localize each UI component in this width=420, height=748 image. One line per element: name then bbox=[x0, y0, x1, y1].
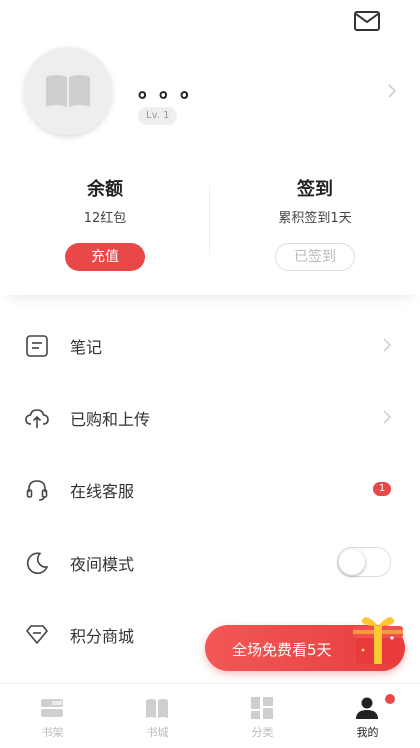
menu-label: 在线客服 bbox=[70, 482, 135, 501]
headset-icon bbox=[26, 480, 48, 501]
menu-item-customer-service[interactable]: 在线客服 1 bbox=[0, 454, 420, 526]
chevron-right-icon bbox=[383, 338, 392, 352]
tab-label: 书架 bbox=[41, 726, 64, 739]
tab-label: 书城 bbox=[146, 726, 169, 739]
moon-icon bbox=[26, 552, 49, 575]
bottom-tab-bar: 书架 书城 分类 我的 bbox=[0, 683, 420, 748]
menu-label: 夜间模式 bbox=[70, 555, 135, 574]
book-open-icon bbox=[146, 699, 168, 718]
checkin-subtitle: 累积签到1天 bbox=[278, 211, 352, 226]
recharge-button[interactable]: 充值 bbox=[65, 243, 145, 271]
message-button[interactable] bbox=[352, 8, 382, 34]
balance-title: 余额 bbox=[87, 179, 123, 200]
mail-icon bbox=[354, 11, 380, 31]
note-icon bbox=[26, 335, 48, 357]
notification-dot bbox=[385, 694, 395, 704]
book-icon bbox=[46, 75, 90, 107]
gift-icon[interactable] bbox=[348, 608, 408, 668]
menu-item-night-mode: 夜间模式 bbox=[0, 527, 420, 599]
menu-item-notes[interactable]: 笔记 bbox=[0, 310, 420, 382]
avatar[interactable] bbox=[24, 47, 112, 135]
balance-subtitle: 12红包 bbox=[83, 211, 127, 226]
chevron-right-icon bbox=[383, 410, 392, 424]
tab-bookstore[interactable]: 书城 bbox=[105, 684, 210, 748]
toggle-knob bbox=[339, 549, 365, 575]
menu-label: 已购和上传 bbox=[70, 410, 151, 429]
menu-label: 笔记 bbox=[70, 338, 103, 357]
cloud-upload-icon bbox=[25, 409, 49, 428]
chevron-right-icon[interactable] bbox=[384, 82, 400, 100]
promo-text: 全场免费看5天 bbox=[232, 641, 332, 659]
night-mode-toggle[interactable] bbox=[337, 547, 391, 577]
tab-category[interactable]: 分类 bbox=[210, 684, 315, 748]
menu-item-purchased-uploads[interactable]: 已购和上传 bbox=[0, 382, 420, 454]
category-icon bbox=[251, 697, 273, 719]
tab-label: 分类 bbox=[251, 726, 274, 739]
diamond-icon bbox=[26, 625, 48, 644]
checkin-title: 签到 bbox=[297, 179, 333, 200]
tab-bookshelf[interactable]: 书架 bbox=[0, 684, 105, 748]
checked-in-button[interactable]: 已签到 bbox=[275, 243, 355, 271]
bookshelf-icon bbox=[41, 699, 63, 717]
tab-mine[interactable]: 我的 bbox=[315, 684, 420, 748]
unread-badge: 1 bbox=[373, 482, 391, 496]
user-icon bbox=[356, 697, 378, 719]
level-badge: Lv. 1 bbox=[138, 107, 178, 125]
tab-label: 我的 bbox=[356, 726, 379, 739]
menu-label: 积分商城 bbox=[70, 627, 135, 646]
username[interactable]: 。。。 bbox=[138, 72, 212, 104]
